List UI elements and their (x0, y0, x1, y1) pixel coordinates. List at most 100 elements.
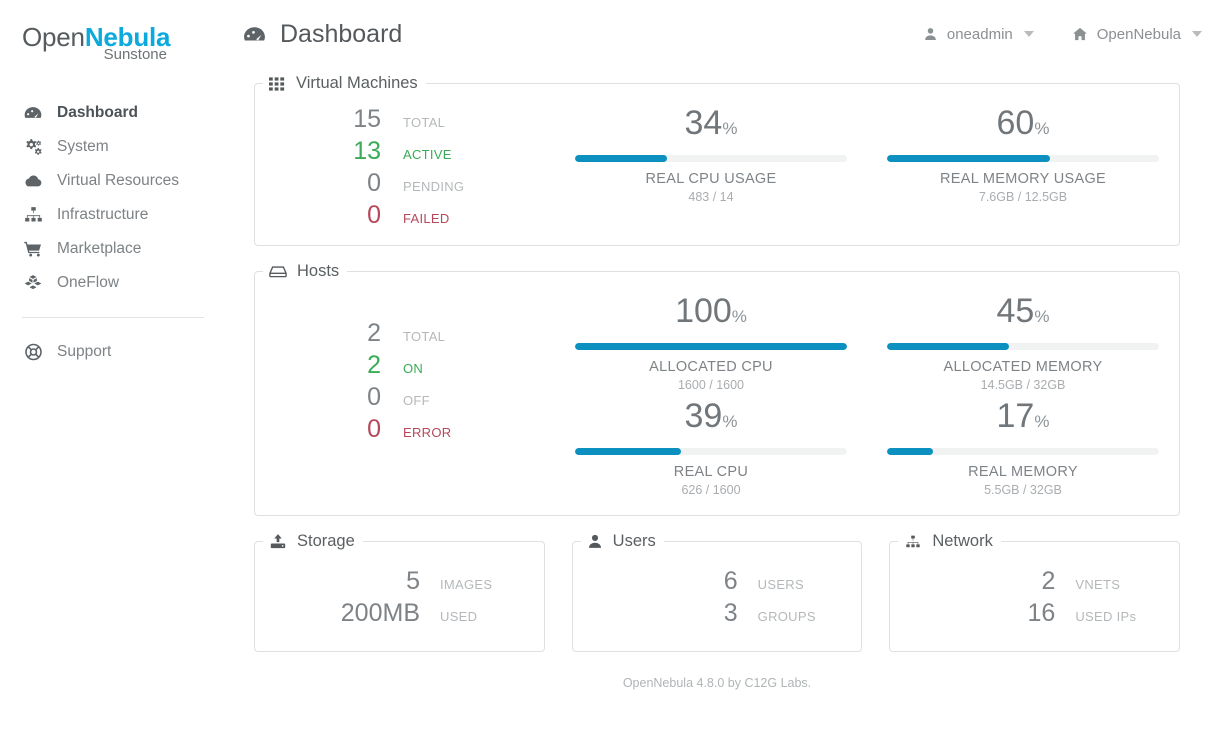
metric-value: 200MB (340, 599, 420, 627)
metric-label: GROUPS (757, 609, 816, 624)
gauge-label: REAL CPU (673, 464, 749, 480)
gauge-value: 100% (575, 291, 847, 337)
sidebar-item-label: System (57, 138, 109, 155)
progress-fill (575, 155, 668, 162)
bottom-panels: Storage 5 IMAGES 200MB USED Users 6 USER… (254, 532, 1181, 652)
sidebar-item-dashboard[interactable]: Dashboard (0, 96, 232, 130)
panel-title: Network (932, 532, 993, 550)
gears-icon (22, 137, 44, 157)
panel-users-legend: Users (581, 532, 664, 551)
groups-count-row: 3 GROUPS (573, 597, 862, 629)
cubes-icon (22, 273, 44, 293)
metric-value: 6 (723, 567, 738, 595)
counter-on: 2 ON (291, 349, 555, 381)
progress-fill (575, 448, 682, 455)
user-icon (923, 26, 938, 42)
gauge-percent-sign: % (731, 307, 747, 326)
sidebar-item-oneflow[interactable]: OneFlow (0, 266, 232, 300)
gauge-label: REAL MEMORY (968, 464, 1078, 480)
gauge-label: REAL MEMORY USAGE (940, 171, 1106, 187)
vnets-row: 2 VNETS (890, 565, 1179, 597)
vm-gauge-cpu-col: 34% REAL CPU USAGE 483 / 14 (555, 103, 867, 231)
counter-value: 0 (367, 169, 381, 197)
panel-body: 2 VNETS 16 USED IPs (890, 551, 1179, 651)
footer-text: OpenNebula 4.8.0 by C12G Labs. (622, 676, 812, 690)
panel-storage: Storage 5 IMAGES 200MB USED (254, 532, 545, 652)
progress-fill (887, 343, 1010, 350)
host-gauges: 100% ALLOCATED CPU 1600 / 1600 39% REAL … (555, 291, 1179, 501)
sidebar-item-label: Support (57, 343, 112, 360)
dashboard-icon (22, 103, 44, 123)
metric-label: USERS (757, 577, 804, 592)
gauge-sublabel: 5.5GB / 32GB (984, 483, 1062, 497)
zone-menu[interactable]: OpenNebula (1072, 26, 1202, 43)
sitemap-icon (904, 534, 922, 550)
counter-label: OFF (403, 393, 430, 408)
gauge-sublabel: 14.5GB / 32GB (980, 378, 1066, 392)
shopping-cart-icon (22, 239, 44, 259)
gauge-number: 39 (684, 397, 723, 435)
sidebar-item-virtual-resources[interactable]: Virtual Resources (0, 164, 232, 198)
sidebar-nav: Dashboard System Virtual Resources Infra… (0, 96, 232, 369)
gauge-percent-sign: % (722, 412, 738, 431)
gauge-sublabel: 483 / 14 (688, 190, 734, 204)
lifebuoy-icon (22, 342, 44, 362)
panel-network-legend: Network (898, 532, 1001, 551)
gauge-percent-sign: % (722, 119, 738, 138)
panel-hosts: Hosts 2 TOTAL 2 ON 0 OFF 0 ERROR 100% AL… (254, 262, 1180, 516)
panel-title: Virtual Machines (296, 74, 418, 92)
sidebar-item-label: Dashboard (57, 104, 138, 121)
page-title: Dashboard (242, 20, 402, 49)
page-title-label: Dashboard (280, 19, 403, 48)
gauge-number: 34 (684, 104, 723, 142)
sidebar: OpenNebula Sunstone Dashboard System Vir… (0, 0, 232, 747)
progress-fill (575, 343, 847, 350)
chevron-down-icon (1192, 31, 1202, 37)
gauge-real-cpu: 39% REAL CPU 626 / 1600 (575, 396, 847, 497)
gauge-number: 45 (996, 292, 1035, 330)
progress-fill (887, 155, 1051, 162)
sidebar-item-marketplace[interactable]: Marketplace (0, 232, 232, 266)
user-menu-label: oneadmin (946, 25, 1013, 43)
user-menu[interactable]: oneadmin (923, 26, 1034, 43)
gauge-label: ALLOCATED CPU (649, 359, 773, 375)
counter-value: 0 (367, 415, 381, 443)
panel-title: Storage (297, 532, 355, 550)
counter-total: 2 TOTAL (291, 317, 555, 349)
gauge-allocated-cpu: 100% ALLOCATED CPU 1600 / 1600 (575, 291, 847, 392)
gauge-value: 17% (887, 396, 1159, 442)
sitemap-icon (22, 205, 44, 225)
sidebar-item-system[interactable]: System (0, 130, 232, 164)
sidebar-item-label: Infrastructure (57, 206, 149, 223)
panel-hosts-legend: Hosts (263, 262, 347, 281)
gauge-allocated-memory: 45% ALLOCATED MEMORY 14.5GB / 32GB (887, 291, 1159, 392)
counter-label: FAILED (403, 211, 450, 226)
panel-title: Hosts (297, 262, 340, 280)
counter-label: TOTAL (403, 329, 446, 344)
user-icon (587, 533, 603, 550)
users-count-row: 6 USERS (573, 565, 862, 597)
cloud-icon (22, 171, 44, 191)
logo[interactable]: OpenNebula Sunstone (0, 18, 232, 62)
used-ips-row: 16 USED IPs (890, 597, 1179, 629)
metric-label: IMAGES (440, 577, 493, 592)
metric-value: 5 (406, 567, 420, 595)
gauge-sublabel: 626 / 1600 (681, 483, 741, 497)
topbar: Dashboard oneadmin OpenNebula (232, 0, 1224, 68)
vm-counters: 15 TOTAL 13 ACTIVE 0 PENDING 0 FAILED (255, 103, 555, 231)
metric-label: VNETS (1075, 577, 1121, 592)
chevron-down-icon (1023, 31, 1034, 37)
gauge-value: 60% (887, 103, 1159, 149)
app-root: OpenNebula Sunstone Dashboard System Vir… (0, 0, 1224, 747)
counter-label: PENDING (403, 179, 465, 194)
progress-track (887, 448, 1159, 455)
gauge-real-memory: 17% REAL MEMORY 5.5GB / 32GB (887, 396, 1159, 497)
host-mem-col: 45% ALLOCATED MEMORY 14.5GB / 32GB 17% R… (867, 291, 1179, 501)
dashboard-icon (242, 22, 267, 47)
gauge-number: 100 (675, 292, 732, 330)
sidebar-item-support[interactable]: Support (0, 335, 232, 369)
sidebar-item-infrastructure[interactable]: Infrastructure (0, 198, 232, 232)
gauge-value: 45% (887, 291, 1159, 337)
gauge-label: ALLOCATED MEMORY (943, 359, 1103, 375)
main-area: Dashboard oneadmin OpenNebula Virtual Ma… (232, 0, 1224, 747)
